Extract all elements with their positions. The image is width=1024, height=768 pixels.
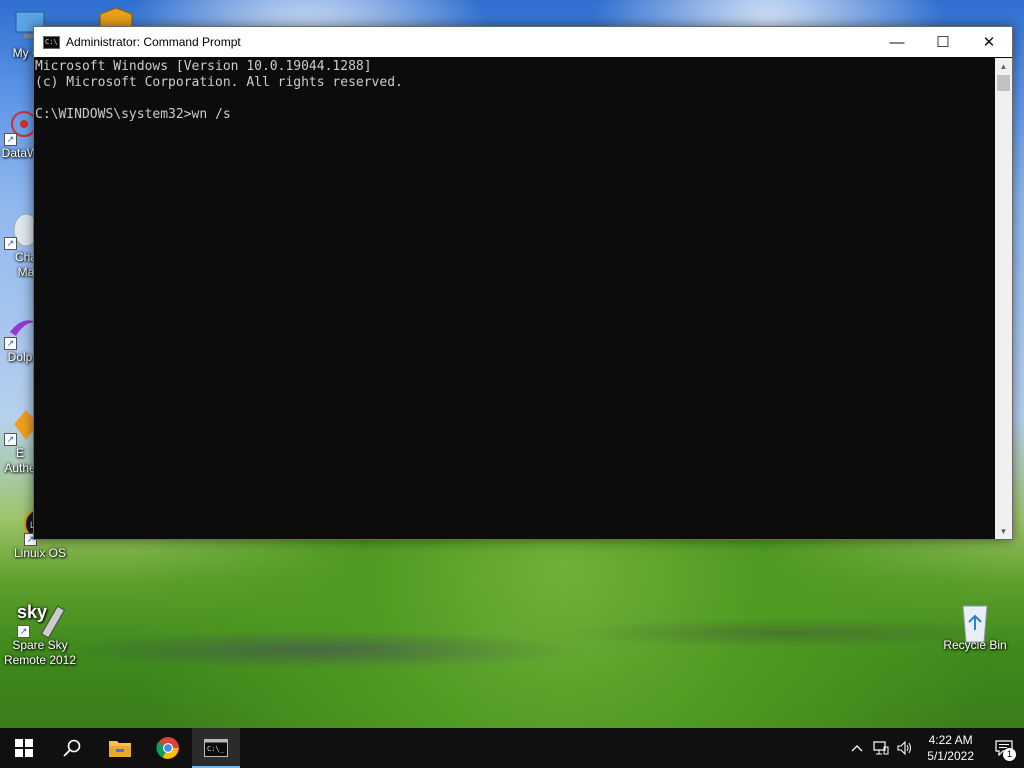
desktop-icon-label: Spare Sky Remote 2012	[3, 638, 77, 667]
shortcut-arrow-icon: ↗	[4, 433, 17, 446]
console-output[interactable]: Microsoft Windows [Version 10.0.19044.12…	[34, 58, 995, 539]
scrollbar-thumb[interactable]	[997, 75, 1010, 91]
recycle-bin-icon	[957, 600, 993, 643]
desktop-icon-label: Dolp	[7, 350, 33, 364]
close-icon: ✕	[982, 34, 996, 51]
desktop-icon-label: Linuix OS	[13, 546, 67, 560]
desktop-icon-recycle-bin[interactable]: Recycle Bin	[935, 600, 1015, 653]
minimize-icon: —	[889, 33, 905, 51]
command-prompt-icon: C:\	[43, 35, 60, 49]
command-prompt-window[interactable]: C:\ Administrator: Command Prompt — ☐ ✕ …	[33, 26, 1013, 540]
console-prompt-line: C:\WINDOWS\system32>wn /s	[35, 107, 231, 122]
chrome-icon	[156, 737, 179, 759]
start-button[interactable]	[0, 728, 48, 768]
scroll-up-arrow-icon[interactable]: ▲	[995, 58, 1012, 74]
shortcut-arrow-icon: ↗	[4, 237, 17, 250]
sky-remote-icon: sky ↗	[15, 600, 66, 639]
volume-icon[interactable]	[893, 728, 917, 768]
command-prompt-taskbar-button[interactable]: C:\_	[192, 728, 240, 768]
maximize-button[interactable]: ☐	[920, 27, 966, 57]
command-prompt-icon: C:\_	[204, 739, 228, 757]
scroll-down-arrow-icon[interactable]: ▼	[995, 523, 1012, 539]
chrome-button[interactable]	[144, 728, 192, 768]
file-explorer-icon	[109, 741, 131, 757]
svg-text:C:\_: C:\_	[207, 745, 225, 753]
chevron-up-icon[interactable]	[845, 728, 869, 768]
search-button[interactable]	[48, 728, 96, 768]
window-title: Administrator: Command Prompt	[66, 35, 241, 49]
taskbar: C:\_ 4:22 AM 5/1/2022 1	[0, 728, 1024, 768]
notification-count-badge: 1	[1003, 748, 1016, 761]
file-explorer-button[interactable]	[96, 728, 144, 768]
notification-button[interactable]: 1	[984, 728, 1024, 768]
system-tray: 4:22 AM 5/1/2022 1	[845, 728, 1024, 768]
minimize-button[interactable]: —	[874, 27, 920, 57]
title-bar[interactable]: C:\ Administrator: Command Prompt — ☐ ✕	[34, 27, 1012, 57]
svg-text:sky: sky	[17, 602, 47, 622]
wallpaper-shadow	[60, 630, 580, 670]
close-button[interactable]: ✕	[966, 27, 1012, 57]
shortcut-arrow-icon: ↗	[4, 133, 17, 146]
clock-date: 5/1/2022	[927, 749, 974, 763]
network-icon[interactable]	[869, 728, 893, 768]
console-line: (c) Microsoft Corporation. All rights re…	[35, 75, 403, 90]
console-line: Microsoft Windows [Version 10.0.19044.12…	[35, 59, 372, 74]
shortcut-arrow-icon: ↗	[4, 337, 17, 350]
maximize-icon: ☐	[936, 34, 950, 51]
start-icon	[15, 739, 33, 757]
vertical-scrollbar[interactable]: ▲ ▼	[995, 58, 1012, 539]
clock[interactable]: 4:22 AM 5/1/2022	[917, 732, 984, 764]
shortcut-arrow-icon: ↗	[17, 625, 30, 638]
desktop-icon-spare-sky-remote[interactable]: sky ↗ Spare Sky Remote 2012	[0, 600, 80, 668]
search-icon	[63, 739, 81, 757]
clock-time: 4:22 AM	[928, 733, 973, 747]
